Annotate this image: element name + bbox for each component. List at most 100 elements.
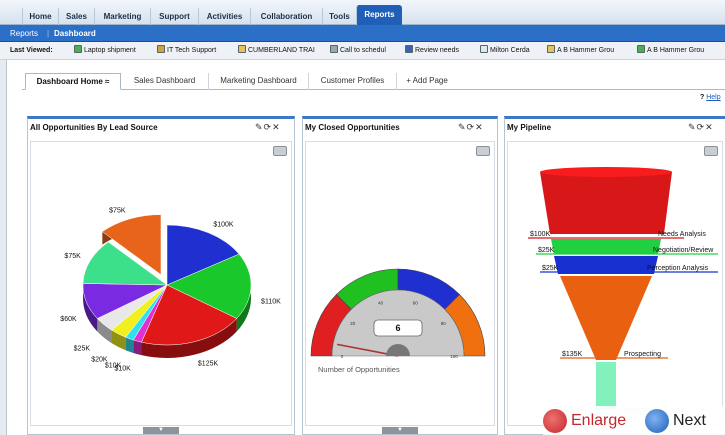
subnav-dashboard[interactable]: Dashboard (54, 25, 96, 42)
last-viewed-item[interactable]: Milton Cerda (480, 45, 530, 57)
top-navigation: Home Sales Marketing Support Activities … (0, 0, 725, 25)
last-viewed-item[interactable]: IT Tech Support (157, 45, 216, 57)
last-viewed-item-label: A B Hammer Grou (647, 47, 705, 54)
last-viewed-item[interactable]: Laptop shipment (74, 45, 136, 57)
funnel-top-cap (540, 167, 672, 177)
next-label: Next (673, 411, 706, 429)
last-viewed-label: Last Viewed: (10, 47, 53, 54)
help-label: Help (706, 94, 721, 101)
collapse-sidebar-handle[interactable] (0, 60, 7, 435)
tab-sales[interactable]: Sales (58, 8, 94, 25)
scroll-down-icon[interactable]: ▼ (143, 427, 179, 434)
pie-data-label: $110K (261, 299, 281, 306)
account-icon (238, 45, 246, 53)
funnel-stage-label: Perception Analysis (647, 265, 709, 272)
pie-data-label: $75K (109, 207, 126, 214)
tab-home[interactable]: Home (22, 8, 58, 25)
funnel-stage (596, 362, 616, 410)
dashlet-my-closed-opportunities: My Closed Opportunities ✎⟳✕ 0 20 40 60 80 100… (302, 116, 498, 435)
pie-data-label: $60K (60, 316, 77, 323)
last-viewed-item[interactable]: Call to schedul (330, 45, 386, 57)
gauge-tick-label: 80 (441, 321, 447, 326)
enlarge-icon (543, 408, 567, 433)
gauge-tick-label: 40 (378, 301, 384, 306)
gauge-value-label: 6 (395, 323, 400, 333)
pie-data-label: $100K (213, 222, 234, 229)
page-tab-customer-profiles[interactable]: Customer Profiles (309, 73, 397, 90)
dashlet-opportunities-by-lead-source: All Opportunities By Lead Source ✎⟳✕ $75… (27, 116, 295, 435)
campaign-icon (405, 45, 413, 53)
pie-data-label: $20K (91, 357, 108, 364)
last-viewed-item-label: Laptop shipment (84, 47, 136, 54)
last-viewed-item[interactable]: CUMBERLAND TRAI (238, 45, 315, 57)
dashboard-page-tabs: Dashboard Home ≈ Sales Dashboard Marketi… (22, 73, 725, 90)
help-icon: ? (700, 94, 705, 101)
pie-chart: $75K$100K$110K$125K$10K$10K$20K$25K$60K$… (60, 207, 281, 372)
tab-marketing[interactable]: Marketing (94, 8, 150, 25)
page-tab-marketing-dashboard[interactable]: Marketing Dashboard (209, 73, 309, 90)
page-tab-label: Dashboard Home (36, 77, 103, 86)
tab-menu-icon[interactable]: ≈ (105, 77, 109, 86)
funnel-stage (540, 172, 672, 234)
contact-icon (480, 45, 488, 53)
funnel-stage (560, 276, 652, 360)
last-viewed-item[interactable]: Review needs (405, 45, 459, 57)
tab-collaboration[interactable]: Collaboration (250, 8, 322, 25)
dashlet-my-pipeline: My Pipeline ✎⟳✕ $100K Needs Analysis $25K N… (504, 116, 725, 435)
last-viewed-item-label: Call to schedul (340, 47, 386, 54)
last-viewed-item[interactable]: A B Hammer Grou (637, 45, 704, 57)
print-icon[interactable] (704, 146, 718, 156)
last-viewed-item-label: CUMBERLAND TRAI (248, 47, 315, 54)
print-icon[interactable] (476, 146, 490, 156)
last-viewed-item[interactable]: A B Hammer Grou (547, 45, 614, 57)
scroll-down-icon[interactable]: ▼ (382, 427, 418, 434)
opportunity-icon (637, 45, 645, 53)
add-page-button[interactable]: + Add Page (397, 73, 457, 90)
sub-navigation: Reports | Dashboard (0, 25, 725, 42)
subnav-separator: | (47, 29, 50, 38)
help-link[interactable]: ? Help (700, 94, 721, 101)
dashlet-controls[interactable]: ✎⟳✕ (458, 122, 484, 133)
tab-activities[interactable]: Activities (198, 8, 250, 25)
next-icon (645, 408, 669, 433)
gauge-tick-label: 100 (450, 354, 458, 359)
tab-reports[interactable]: Reports (356, 5, 402, 25)
dashlet-controls[interactable]: ✎⟳✕ (255, 122, 281, 133)
gauge-caption: Number of Opportunities (318, 365, 400, 374)
dashlet-body: $100K Needs Analysis $25K Negotiation/Revie… (507, 141, 723, 426)
funnel-stage (551, 239, 661, 254)
pie-data-label: $125K (198, 360, 219, 367)
funnel-stage-label: Needs Analysis (658, 231, 706, 238)
pie-data-label: $25K (74, 345, 91, 352)
print-icon[interactable] (273, 146, 287, 156)
pie-slice-side (133, 339, 142, 356)
funnel-stage-label: Negotiation/Review (653, 247, 714, 254)
subnav-reports[interactable]: Reports (10, 25, 38, 42)
funnel-chart: $100K Needs Analysis $25K Negotiation/Revie… (528, 167, 718, 415)
funnel-stage-label: Prospecting (624, 351, 661, 358)
case-icon (157, 45, 165, 53)
enlarge-button[interactable]: Enlarge (543, 406, 645, 435)
page-tab-dashboard-home[interactable]: Dashboard Home ≈ (25, 73, 121, 90)
funnel-amount-label: $100K (530, 231, 551, 238)
last-viewed-item-label: Review needs (415, 47, 459, 54)
dashlet-body: $75K $100K $110K $125K $10K $10K $20K $25K $60K $… (30, 141, 292, 426)
gauge-chart: 02040 60801006Number of Opportunities (310, 268, 486, 374)
dashlet-title: All Opportunities By Lead Source (30, 123, 158, 132)
last-viewed-item-label: A B Hammer Grou (557, 47, 615, 54)
page-tab-sales-dashboard[interactable]: Sales Dashboard (121, 73, 209, 90)
last-viewed-item-label: Milton Cerda (490, 47, 530, 54)
gauge-tick-label: 60 (413, 301, 419, 306)
dashlet-controls[interactable]: ✎⟳✕ (688, 122, 714, 133)
pie-data-label: $75K (64, 253, 81, 260)
tab-support[interactable]: Support (150, 8, 198, 25)
tab-tools[interactable]: Tools (322, 8, 356, 25)
funnel-stage (554, 256, 658, 274)
next-button[interactable]: Next (645, 406, 725, 435)
enlarge-label: Enlarge (571, 411, 627, 429)
opportunity-icon (74, 45, 82, 53)
funnel-amount-label: $135K (562, 351, 583, 358)
last-viewed-item-label: IT Tech Support (167, 47, 217, 54)
last-viewed-bar: Last Viewed: Laptop shipment IT Tech Sup… (0, 42, 725, 60)
account-icon (547, 45, 555, 53)
